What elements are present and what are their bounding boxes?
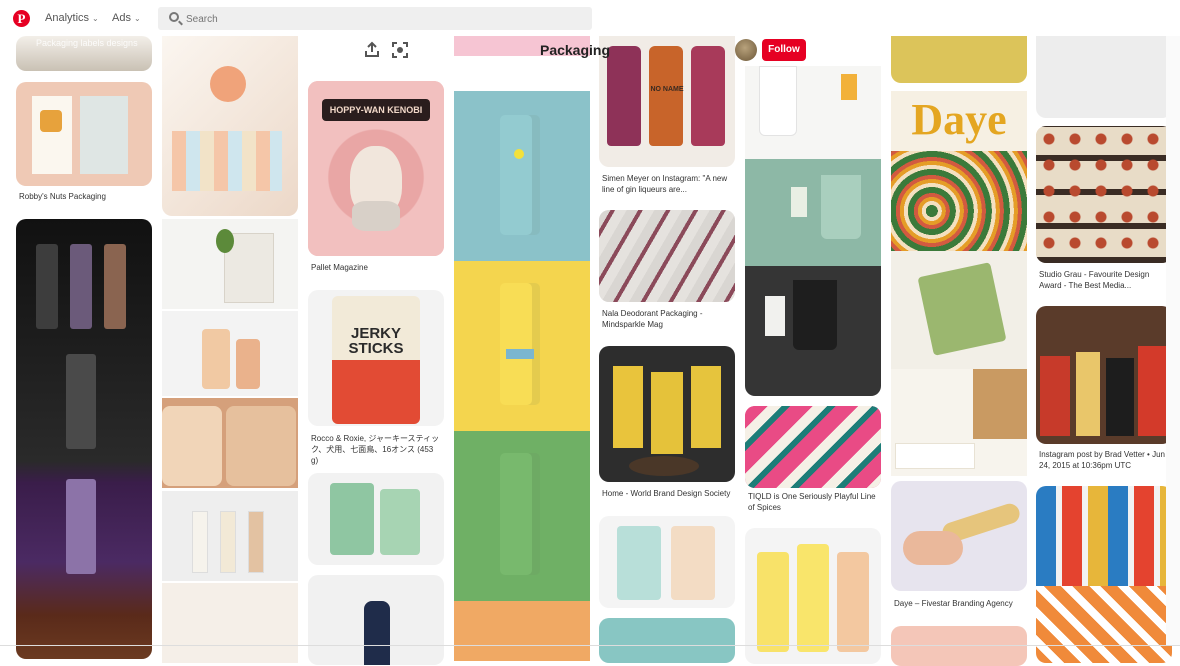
pin-image-hoppy-wan-kenobi[interactable]: HOPPY-WAN KENOBI	[308, 81, 444, 256]
pin-column-3: HOPPY-WAN KENOBI Pallet Magazine JERKY S…	[308, 36, 447, 665]
pin-image-bags[interactable]	[162, 583, 298, 663]
pin-column-2	[162, 36, 298, 663]
pin-caption[interactable]: Rocco & Roxie, ジャーキースティック、犬用、七面鳥、16オンス (…	[311, 433, 441, 466]
pin-image-nala-deodorant[interactable]	[599, 210, 735, 302]
pin-image-pouches[interactable]	[599, 516, 735, 608]
select-pins-icon[interactable]	[391, 41, 409, 59]
pin-column-4	[454, 36, 590, 661]
pin-image-beer-bottles[interactable]	[1036, 306, 1172, 444]
pin-image-ripple-snacks[interactable]	[1036, 486, 1172, 663]
pin-caption[interactable]: TIQLD is One Seriously Playful Line of S…	[748, 491, 880, 513]
pin-column-7: Daye Daye – Fivestar Branding Agency	[891, 36, 1030, 666]
pin-image[interactable]	[891, 36, 1027, 83]
pin-caption[interactable]: Instagram post by Brad Vetter • Jun 24, …	[1039, 449, 1171, 471]
pin-column-1: Packaging labels designs Robby's Nuts Pa…	[16, 36, 155, 659]
pin-image-orange-can[interactable]	[454, 601, 590, 661]
pin-image-lemon-cans[interactable]	[745, 528, 881, 664]
pin-image-hand-product[interactable]	[891, 481, 1027, 591]
pin-caption[interactable]: Simen Meyer on Instagram: "A new line of…	[602, 173, 732, 195]
pin-image-green-mockup[interactable]	[745, 159, 881, 266]
analytics-label: Analytics	[45, 12, 90, 24]
pin-image-studio-grau-jars[interactable]	[1036, 126, 1172, 263]
scrollbar[interactable]	[1166, 36, 1180, 646]
pin-image-cans[interactable]	[16, 219, 152, 659]
search-bar[interactable]	[158, 7, 592, 30]
pin-image-cans-teal[interactable]	[599, 618, 735, 663]
pin-image-yellow-can[interactable]	[454, 261, 590, 431]
pin-image[interactable]	[891, 626, 1027, 666]
follow-button[interactable]: Follow	[762, 39, 806, 61]
ghost-caption: Packaging labels designs	[36, 38, 138, 48]
share-icon[interactable]	[363, 41, 381, 59]
label-text: JERKY STICKS	[348, 325, 404, 357]
pin-image-black-mockup[interactable]	[745, 266, 881, 396]
pin-image-daye-stationery[interactable]	[891, 369, 1027, 476]
pin-image-daye-box[interactable]	[891, 251, 1027, 369]
pin-image-labels[interactable]	[162, 36, 298, 216]
pin-image-tote[interactable]	[162, 219, 298, 309]
pin-image-daye[interactable]: Daye	[891, 91, 1027, 251]
page-divider	[0, 645, 1180, 646]
label-text: Daye	[911, 95, 1007, 144]
ads-label: Ads	[112, 12, 131, 24]
pin-image-robbys-nuts[interactable]	[16, 82, 152, 186]
top-navigation-bar: P Analytics ⌄ Ads ⌄	[0, 0, 1180, 36]
pin-image-bottle[interactable]	[308, 575, 444, 665]
search-icon	[169, 12, 179, 22]
pin-image-bottles[interactable]	[162, 491, 298, 581]
pin-column-8: Studio Grau - Favourite Design Award - T…	[1036, 36, 1172, 663]
pin-image-green-can[interactable]	[454, 431, 590, 601]
pin-image-edison-coffee[interactable]	[599, 346, 735, 482]
pin-image-tiqld-spices[interactable]	[745, 406, 881, 488]
pin-image-jerky-sticks[interactable]: JERKY STICKS	[308, 290, 444, 426]
analytics-menu[interactable]: Analytics ⌄	[45, 12, 99, 24]
chevron-down-icon: ⌄	[92, 14, 99, 23]
pin-caption[interactable]: Nala Deodorant Packaging - Mindsparkle M…	[602, 308, 732, 330]
board-title: Packaging	[539, 42, 611, 58]
ads-menu[interactable]: Ads ⌄	[112, 12, 141, 24]
pin-caption[interactable]: Daye – Fivestar Branding Agency	[894, 598, 1030, 609]
pin-image[interactable]	[1036, 36, 1172, 118]
label-text: HOPPY-WAN KENOBI	[322, 99, 430, 121]
pin-caption[interactable]: Robby's Nuts Packaging	[19, 191, 155, 202]
chevron-down-icon: ⌄	[133, 14, 141, 23]
label-text: NO NAME	[650, 86, 684, 93]
pin-image-poached-pears[interactable]	[162, 398, 298, 488]
pin-caption[interactable]: Studio Grau - Favourite Design Award - T…	[1039, 269, 1171, 291]
pin-caption[interactable]: Pallet Magazine	[311, 262, 447, 273]
search-input[interactable]	[186, 11, 566, 27]
pin-image-cup[interactable]	[745, 66, 881, 160]
pin-caption[interactable]: Home - World Brand Design Society	[602, 488, 738, 499]
pin-column-6: TIQLD is One Seriously Playful Line of S…	[745, 36, 881, 664]
pin-image-blue-can[interactable]	[454, 91, 590, 261]
board-owner-avatar[interactable]	[735, 39, 757, 61]
pin-column-5: NO NAME Simen Meyer on Instagram: "A new…	[599, 36, 738, 663]
pin-image-green-pouches[interactable]	[308, 473, 444, 565]
pinterest-logo-icon[interactable]: P	[13, 10, 30, 27]
pin-image-jars[interactable]	[162, 311, 298, 396]
